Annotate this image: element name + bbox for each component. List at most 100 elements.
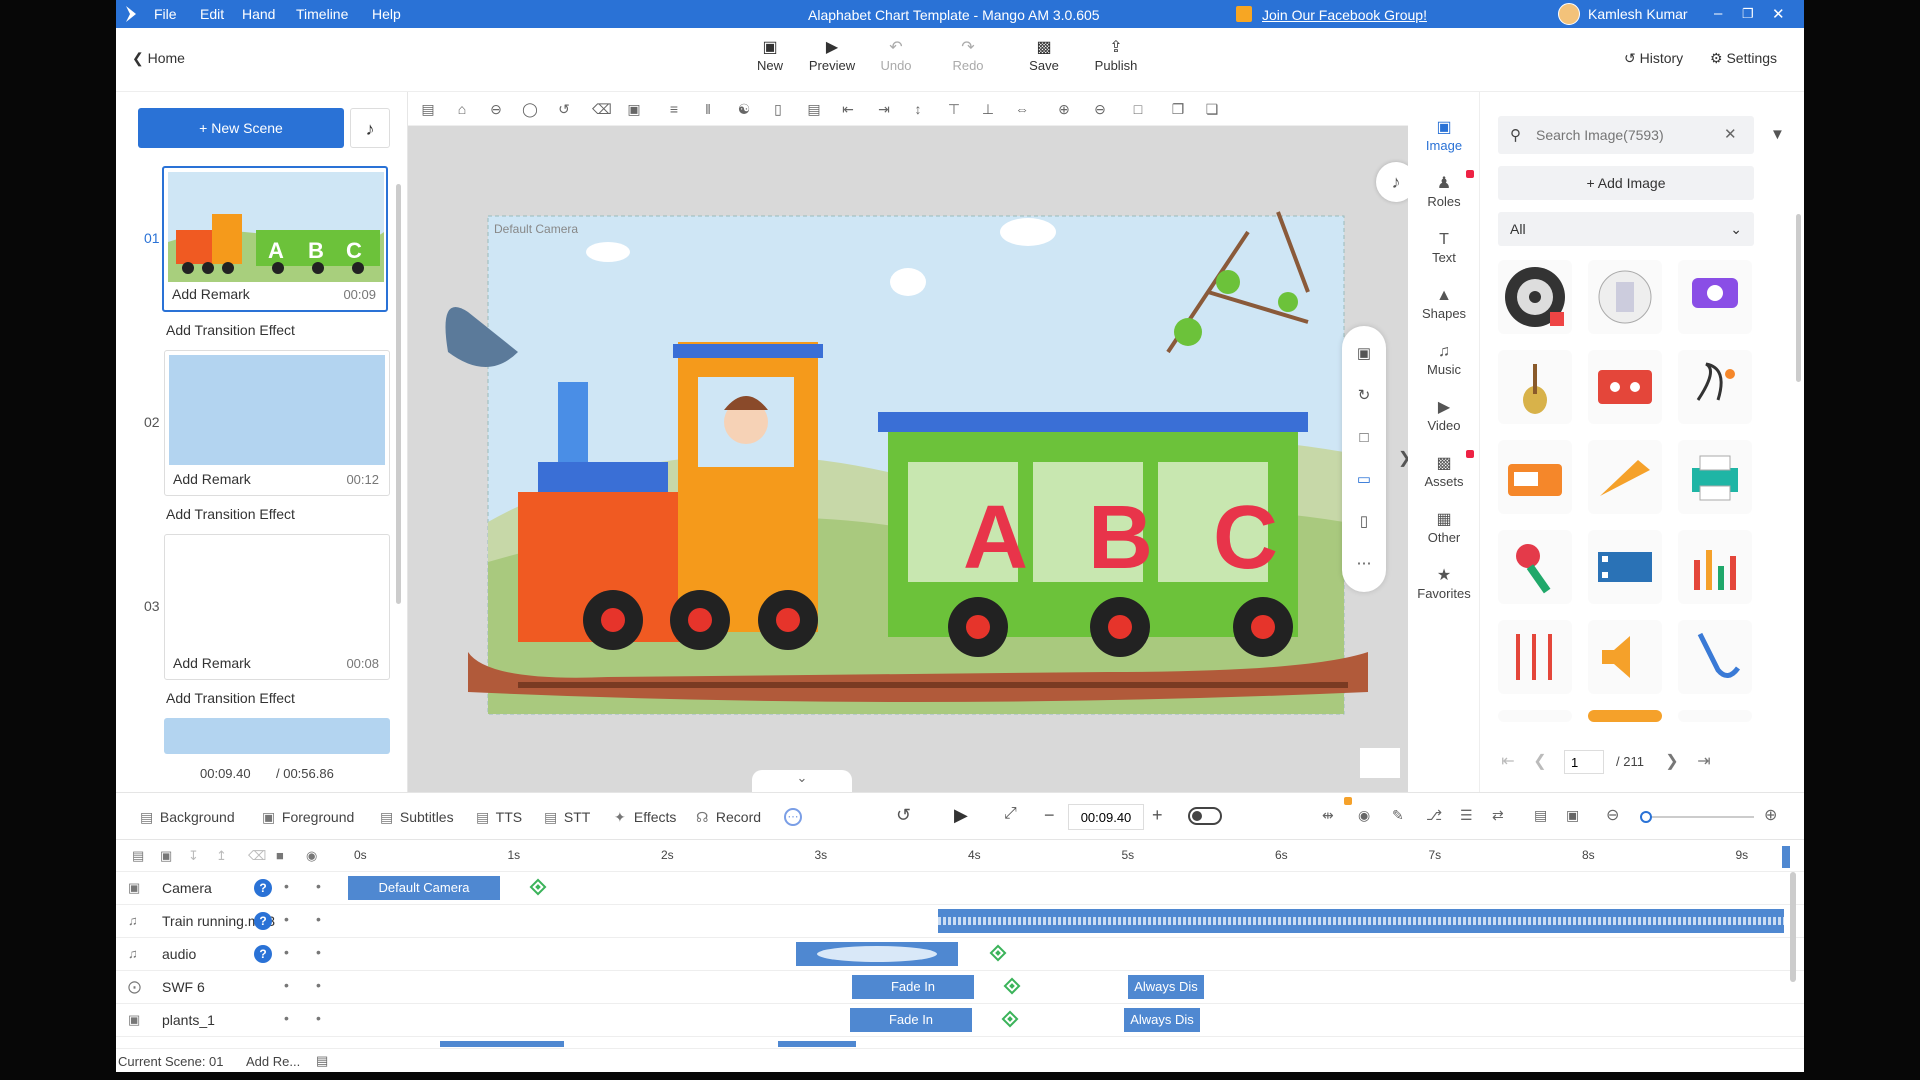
trumpet-image[interactable] xyxy=(1588,440,1662,514)
align-bottom-icon[interactable]: ⊥ xyxy=(980,101,996,117)
align-center-icon[interactable]: ≡ xyxy=(666,101,682,117)
same-height-icon[interactable]: ▤ xyxy=(806,101,822,117)
filter-icon[interactable]: ☰ xyxy=(1460,807,1473,824)
align-top-icon[interactable]: ⊤ xyxy=(946,101,962,117)
expand-icon[interactable]: ▤ xyxy=(1534,807,1547,824)
letter-c[interactable]: C xyxy=(1213,487,1278,590)
time-input[interactable] xyxy=(1068,804,1144,830)
help-icon[interactable]: ? xyxy=(254,912,272,930)
keyframe-add-icon[interactable] xyxy=(1001,1010,1019,1028)
letter-a[interactable]: A xyxy=(963,487,1028,590)
rotate-icon[interactable]: ↺ xyxy=(556,101,572,117)
add-remark-link[interactable]: Add Re... xyxy=(246,1054,300,1069)
zoom-out-icon[interactable]: ⊖ xyxy=(1092,101,1108,117)
category-video[interactable]: ▶ Video xyxy=(1408,398,1480,433)
scene-music-button[interactable]: ♪ xyxy=(350,108,390,148)
restore-icon[interactable]: ❐ xyxy=(1742,6,1754,22)
align-middle-icon[interactable]: ↕ xyxy=(910,101,926,117)
waveform-clip[interactable] xyxy=(938,909,1784,933)
add-remark-link[interactable]: Add Remark xyxy=(173,471,251,487)
add-transition-link[interactable]: Add Transition Effect xyxy=(166,690,295,706)
more-icon[interactable]: ⋯ xyxy=(1354,554,1374,574)
delete-icon[interactable]: ⌫ xyxy=(248,848,266,864)
facebook-group-link[interactable]: Join Our Facebook Group! xyxy=(1262,7,1427,23)
track-camera[interactable]: ▣ Camera ? • • Default Camera xyxy=(116,872,1804,905)
track-train-running[interactable]: ♫ Train running.mp3 ? • • xyxy=(116,905,1804,938)
camera-clip[interactable]: Default Camera xyxy=(348,876,500,900)
minimize-icon[interactable]: – xyxy=(1714,5,1722,22)
menu-timeline[interactable]: Timeline xyxy=(296,6,348,22)
stage-canvas[interactable]: A B C Default Camera ♪ ⌄ ❯ xyxy=(408,92,1416,792)
track-audio[interactable]: ♫ audio ? • • xyxy=(116,938,1804,971)
film-image[interactable] xyxy=(1588,530,1662,604)
save-button[interactable]: ▩ Save xyxy=(1014,38,1074,73)
radio-image[interactable] xyxy=(1498,440,1572,514)
move-down-icon[interactable]: ↧ xyxy=(188,848,199,864)
purple-bubble-image[interactable] xyxy=(1678,260,1752,334)
fade-in-clip[interactable]: Fade In xyxy=(850,1008,972,1032)
redo-button[interactable]: ↷ Redo xyxy=(938,38,998,73)
new-scene-button[interactable]: + New Scene xyxy=(138,108,344,148)
scene-card-03[interactable]: Add Remark 00:08 xyxy=(164,534,390,680)
phone-icon[interactable]: ▯ xyxy=(1354,512,1374,532)
align-right-icon[interactable]: ⇥ xyxy=(876,101,892,117)
menu-file[interactable]: File xyxy=(154,6,177,22)
audio-clip[interactable] xyxy=(796,942,958,966)
zoom-slider[interactable] xyxy=(1640,811,1754,823)
prev-page-icon[interactable]: ❮ xyxy=(1530,752,1550,772)
group-icon[interactable]: ▣ xyxy=(626,101,642,117)
tab-stt[interactable]: ▤ STT xyxy=(544,809,590,826)
category-roles[interactable]: ♟ Roles xyxy=(1408,174,1480,209)
menu-edit[interactable]: Edit xyxy=(200,6,224,22)
menu-hand[interactable]: Hand xyxy=(242,6,275,22)
help-icon[interactable]: ? xyxy=(254,945,272,963)
preview-button[interactable]: ▶ Preview xyxy=(802,38,862,73)
distribute-h-icon[interactable]: ‖ xyxy=(700,101,716,117)
open-folder-icon[interactable]: ▣ xyxy=(160,848,172,864)
split-icon[interactable]: ⎇ xyxy=(1426,807,1442,824)
edit-icon[interactable]: ✎ xyxy=(1392,807,1404,824)
fade-in-clip[interactable]: Fade In xyxy=(852,975,974,999)
time-plus-button[interactable]: + xyxy=(1152,805,1163,826)
close-icon[interactable]: ✕ xyxy=(1772,5,1785,23)
camera-rotate-icon[interactable]: ↻ xyxy=(1354,386,1374,406)
track-plants[interactable]: ▣ plants_1 • • Fade In Always Dis xyxy=(116,1004,1804,1037)
saxophone-image[interactable] xyxy=(1678,620,1752,694)
cassette-image[interactable] xyxy=(1588,350,1662,424)
undo-button[interactable]: ↶ Undo xyxy=(866,38,926,73)
category-shapes[interactable]: ▲ Shapes xyxy=(1408,286,1480,321)
loop-toggle[interactable] xyxy=(1188,807,1222,825)
category-assets[interactable]: ▩ Assets xyxy=(1408,454,1480,489)
adjust-icon[interactable]: ⇄ xyxy=(1492,807,1504,824)
delete-icon[interactable]: ⌫ xyxy=(592,101,612,117)
move-up-icon[interactable]: ↥ xyxy=(216,848,227,864)
lock-icon[interactable]: □ xyxy=(1354,428,1374,448)
home-icon[interactable]: ⌂ xyxy=(454,101,470,117)
search-input[interactable] xyxy=(1536,124,1716,146)
scene-card-04[interactable] xyxy=(164,718,390,754)
tab-tts[interactable]: ▤ TTS xyxy=(476,809,522,826)
more-options-icon[interactable]: ⋯ xyxy=(784,808,802,826)
sticker-image[interactable] xyxy=(1588,260,1662,334)
add-remark-link[interactable]: Add Remark xyxy=(172,286,250,302)
unlock-icon[interactable]: □ xyxy=(1130,101,1146,117)
add-transition-link[interactable]: Add Transition Effect xyxy=(166,506,295,522)
letter-b[interactable]: B xyxy=(1088,487,1153,590)
microphone-image[interactable] xyxy=(1498,530,1572,604)
category-music[interactable]: ♫ Music xyxy=(1408,342,1480,377)
paste-icon[interactable]: ❏ xyxy=(1204,101,1220,117)
add-transition-link[interactable]: Add Transition Effect xyxy=(166,322,295,338)
format-painter-icon[interactable]: ▤ xyxy=(420,101,436,117)
home-button[interactable]: ❮ Home xyxy=(132,50,185,67)
lock-icon[interactable]: ■ xyxy=(276,848,284,863)
tab-foreground[interactable]: ▣ Foreground xyxy=(262,809,354,826)
speaker-image[interactable] xyxy=(1588,620,1662,694)
image-partial[interactable] xyxy=(1498,710,1572,722)
help-icon[interactable]: ? xyxy=(254,879,272,897)
category-other[interactable]: ▦ Other xyxy=(1408,510,1480,545)
scene-card-02[interactable]: Add Remark 00:12 xyxy=(164,350,390,496)
menu-help[interactable]: Help xyxy=(372,6,401,22)
category-text[interactable]: T Text xyxy=(1408,230,1480,265)
playhead[interactable] xyxy=(1782,846,1790,868)
scene-scrollbar[interactable] xyxy=(396,184,401,604)
